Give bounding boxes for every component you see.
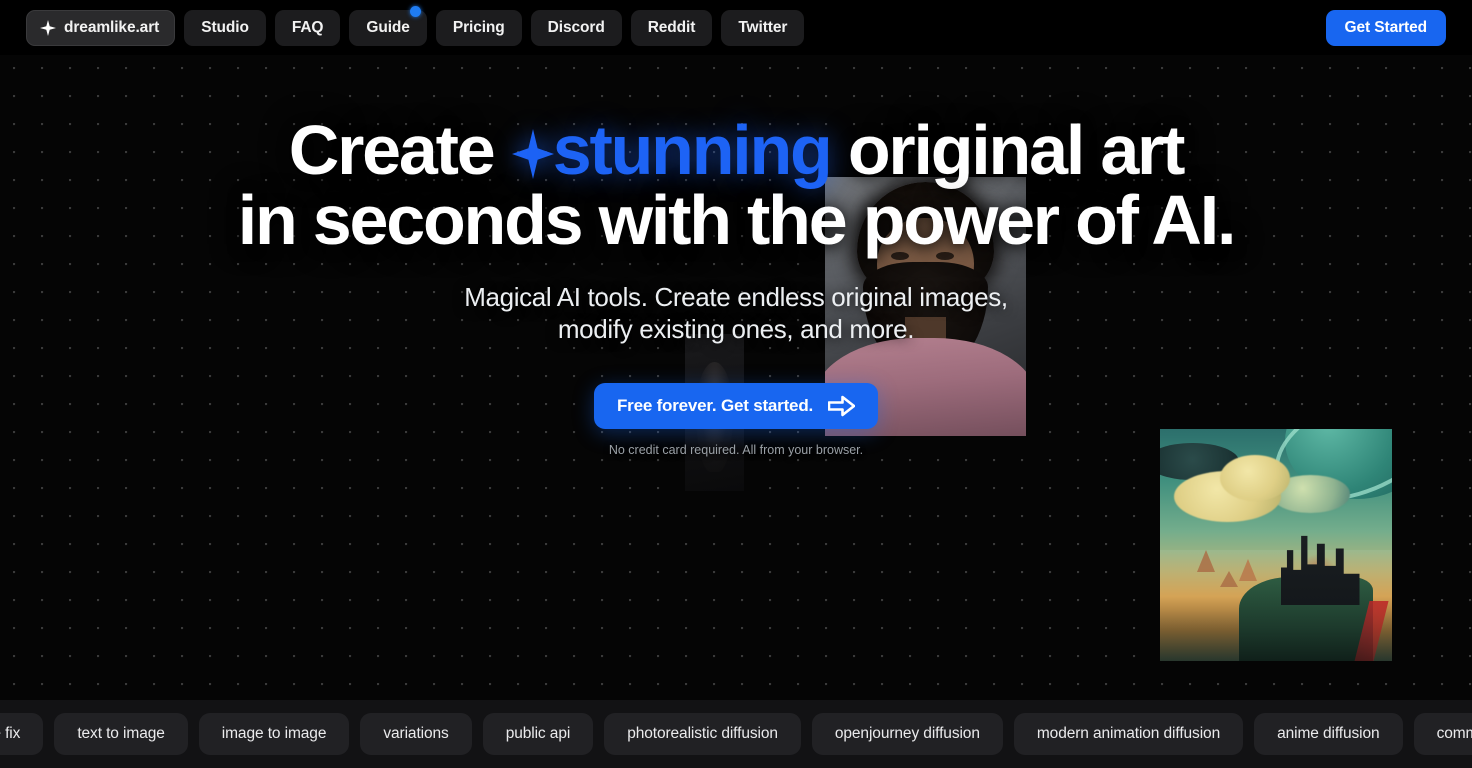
tag-chip[interactable]: anime diffusion — [1254, 713, 1403, 755]
hero-headline-line-2: in seconds with the power of AI. — [237, 181, 1237, 259]
tag-chip[interactable]: variations — [360, 713, 472, 755]
brand-logo-button[interactable]: dreamlike.art — [26, 9, 176, 46]
tag-chip[interactable]: public api — [482, 713, 594, 755]
feature-tag-rail[interactable]: face fix text to image image to image va… — [0, 700, 1472, 768]
tag-chip[interactable]: image to image — [198, 713, 350, 755]
hero-headline: Create stunning original art in seconds … — [0, 115, 1472, 255]
nav-item-discord[interactable]: Discord — [530, 9, 622, 46]
brand-label: dreamlike.art — [64, 18, 160, 36]
tag-chip[interactable]: face fix — [0, 713, 44, 755]
hero-cta-group: Free forever. Get started. No credit car… — [0, 383, 1472, 457]
tag-chip[interactable]: photorealistic diffusion — [604, 713, 801, 755]
notification-dot-icon — [409, 5, 421, 17]
navbar-actions: Get Started — [1325, 9, 1446, 46]
cta-label: Free forever. Get started. — [616, 396, 814, 416]
cta-disclaimer: No credit card required. All from your b… — [608, 443, 864, 458]
nav-item-twitter[interactable]: Twitter — [721, 9, 805, 46]
hero-headline-post: original art — [830, 111, 1186, 189]
nav-item-label: Reddit — [647, 18, 696, 36]
nav-item-reddit[interactable]: Reddit — [630, 9, 713, 46]
navbar-links: dreamlike.art Studio FAQ Guide Pricing D… — [26, 5, 805, 46]
get-started-button[interactable]: Get Started — [1325, 9, 1446, 46]
fantasy-peak — [1220, 570, 1239, 587]
hero-headline-pre: Create — [288, 111, 511, 189]
nav-item-label: Studio — [201, 18, 249, 36]
hero-subheadline: Magical AI tools. Create endless origina… — [0, 282, 1472, 345]
tag-chip[interactable]: openjourney diffusion — [811, 713, 1003, 755]
hero-section: Create stunning original art in seconds … — [0, 55, 1472, 700]
fantasy-cloud — [1220, 454, 1290, 501]
nav-item-faq[interactable]: FAQ — [274, 9, 341, 46]
hero-subheadline-line-2: modify existing ones, and more. — [557, 313, 915, 344]
sparkle-icon — [40, 19, 56, 36]
fantasy-peak — [1238, 558, 1257, 581]
artwork-fantasy-castle-landscape[interactable] — [1160, 429, 1392, 661]
nav-item-label: Pricing — [452, 18, 505, 36]
fantasy-peak — [1197, 549, 1216, 572]
top-navbar: dreamlike.art Studio FAQ Guide Pricing D… — [0, 0, 1472, 55]
nav-item-label: Guide — [366, 18, 410, 36]
nav-item-label: Twitter — [738, 18, 788, 36]
nav-item-guide[interactable]: Guide — [349, 5, 427, 46]
sparkle-icon — [511, 128, 555, 180]
hero-headline-line-1: Create stunning original art — [0, 115, 1472, 185]
free-forever-get-started-button[interactable]: Free forever. Get started. — [593, 383, 879, 430]
hero-subheadline-line-1: Magical AI tools. Create endless origina… — [464, 282, 1008, 312]
nav-item-label: FAQ — [291, 18, 324, 36]
landing-page: dreamlike.art Studio FAQ Guide Pricing D… — [0, 0, 1472, 768]
nav-item-label: Discord — [547, 18, 605, 36]
tag-chip[interactable]: text to image — [54, 713, 188, 755]
tag-chip[interactable]: modern animation diffusion — [1013, 713, 1244, 755]
tag-chip[interactable]: community — [1413, 713, 1472, 755]
hero-headline-accent: stunning — [552, 111, 833, 189]
hero-copy: Create stunning original art in seconds … — [0, 55, 1472, 457]
nav-item-pricing[interactable]: Pricing — [435, 9, 522, 46]
arrow-right-icon — [828, 395, 856, 417]
nav-item-studio[interactable]: Studio — [184, 9, 266, 46]
